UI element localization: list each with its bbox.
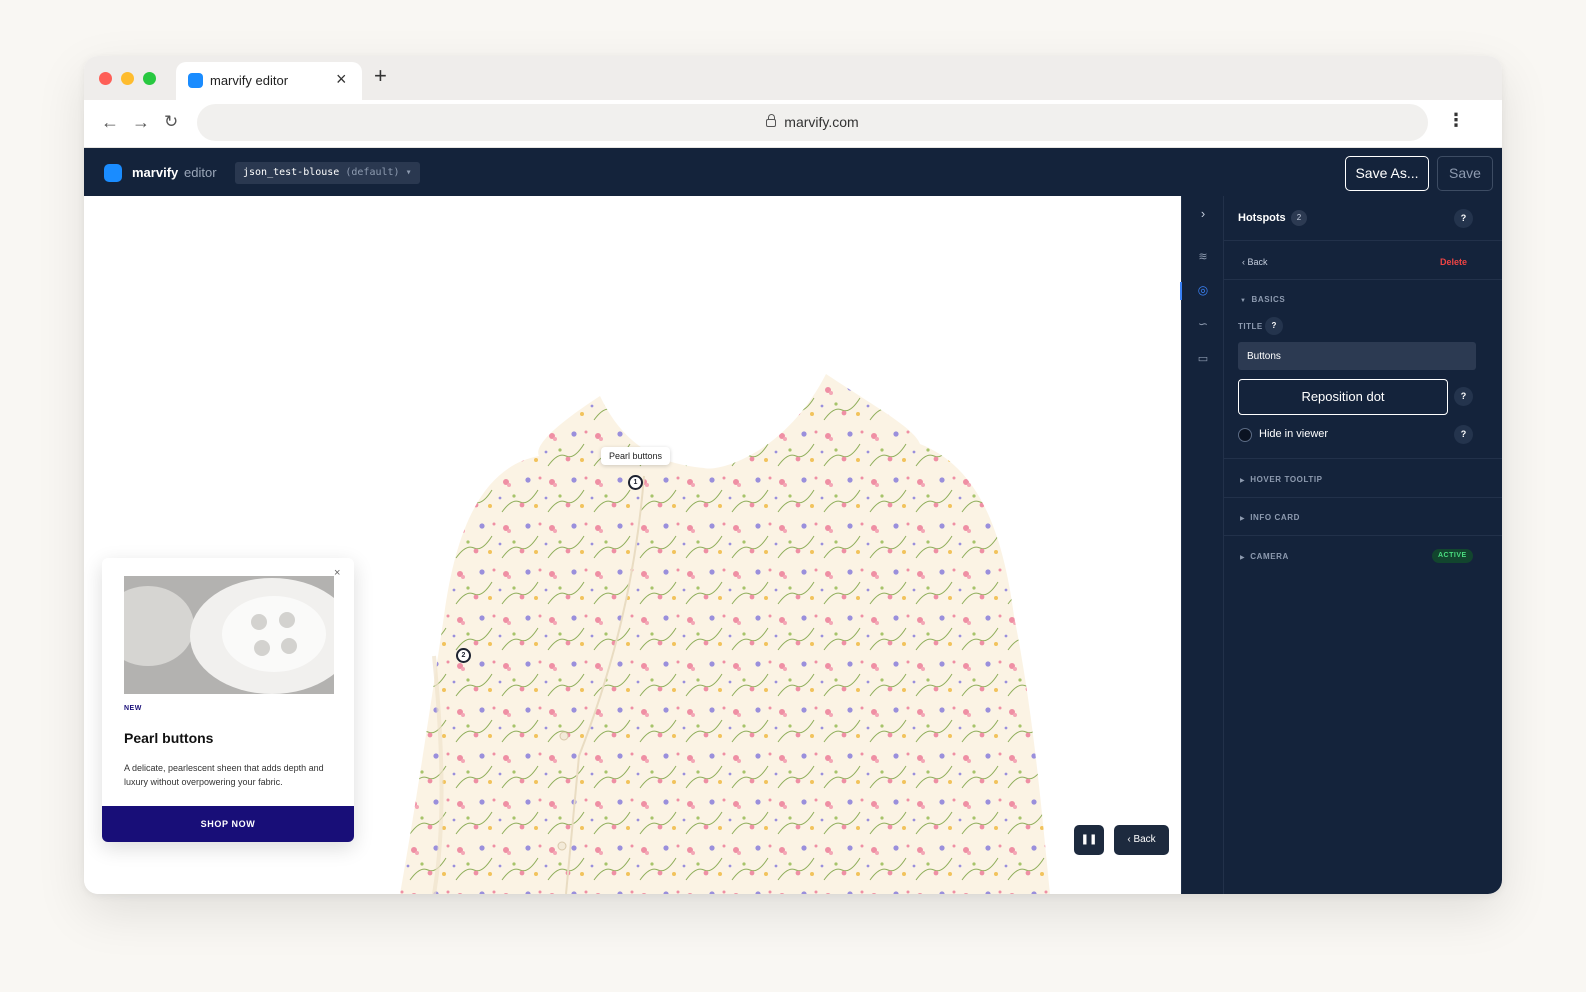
camera-status-badge: ACTIVE — [1432, 549, 1473, 563]
close-window-button[interactable] — [99, 72, 112, 85]
video-camera-icon[interactable]: ▭ — [1182, 352, 1224, 365]
divider — [1224, 240, 1502, 241]
hide-in-viewer-toggle[interactable] — [1238, 428, 1252, 442]
title-field-label: TITLE — [1238, 322, 1263, 331]
address-bar: ← → ↻ marvify.com ⋮ — [84, 100, 1502, 148]
help-icon[interactable]: ? — [1454, 209, 1473, 228]
close-icon[interactable]: × — [334, 568, 340, 579]
icon-rail: › ≋ ◎ ∽ ▭ — [1180, 196, 1224, 894]
card-badge: NEW — [124, 705, 142, 712]
divider — [1224, 279, 1502, 280]
brand-name: marvify — [132, 165, 179, 180]
back-arrow-icon[interactable]: ← — [101, 112, 119, 132]
browser-window: marvify editor × + ← → ↻ marvify.com ⋮ m… — [84, 56, 1502, 894]
pause-icon: ❚❚ — [1080, 834, 1098, 845]
section-basics[interactable]: ▼ BASICS — [1240, 295, 1285, 304]
sliders-icon[interactable]: ≋ — [1182, 250, 1224, 263]
section-camera[interactable]: ▶ CAMERA — [1240, 552, 1289, 561]
tab-close-icon[interactable]: × — [336, 70, 347, 88]
reposition-dot-button[interactable]: Reposition dot — [1238, 379, 1448, 415]
target-icon[interactable]: ◎ — [1182, 283, 1224, 297]
hotspot-tooltip: Pearl buttons — [601, 447, 671, 465]
viewer-canvas[interactable]: Pearl buttons 1 2 × NEW Pearl buttons A … — [84, 196, 1192, 894]
save-button[interactable]: Save — [1437, 156, 1493, 191]
url-field[interactable]: marvify.com — [197, 104, 1428, 141]
divider — [1224, 535, 1502, 536]
title-input[interactable] — [1238, 342, 1476, 370]
pause-button[interactable]: ❚❚ — [1074, 825, 1104, 855]
info-card: × NEW Pearl buttons A delicate, pearlesc… — [102, 558, 354, 842]
browser-menu-icon[interactable]: ⋮ — [1447, 111, 1465, 129]
panel-title: Hotspots — [1238, 212, 1286, 224]
tab-title: marvify editor — [210, 73, 289, 88]
help-icon[interactable]: ? — [1454, 387, 1473, 406]
viewer-back-label: Back — [1133, 834, 1156, 845]
browser-tab[interactable]: marvify editor × — [176, 62, 362, 100]
delete-button[interactable]: Delete — [1440, 257, 1467, 267]
divider — [1224, 458, 1502, 459]
brand-subtitle: editor — [184, 165, 217, 180]
project-name: json_test-blouse — [243, 167, 340, 178]
card-description: A delicate, pearlescent sheen that adds … — [124, 763, 324, 787]
panel-back-link[interactable]: ‹ Back — [1242, 257, 1268, 267]
url-text: marvify.com — [784, 114, 859, 130]
shop-now-button[interactable]: SHOP NOW — [102, 806, 354, 842]
brand-logo-icon — [104, 164, 122, 182]
tab-strip: marvify editor × + — [84, 56, 1502, 100]
lock-icon — [766, 114, 777, 127]
hotspot-dot[interactable]: 1 — [628, 475, 643, 490]
chevron-down-icon: ▾ — [405, 167, 412, 178]
chevron-right-icon[interactable]: › — [1182, 206, 1224, 221]
card-title: Pearl buttons — [124, 730, 214, 746]
viewer-back-button[interactable]: ‹ Back — [1114, 825, 1169, 855]
help-icon[interactable]: ? — [1454, 425, 1473, 444]
hide-in-viewer-label: Hide in viewer — [1259, 428, 1329, 440]
divider — [1224, 497, 1502, 498]
favicon-icon — [188, 73, 203, 88]
path-icon[interactable]: ∽ — [1182, 317, 1224, 331]
pearl-button-image — [124, 576, 334, 694]
panel-back-label: Back — [1247, 257, 1268, 267]
section-info-card[interactable]: ▶ INFO CARD — [1240, 513, 1300, 522]
hotspots-panel: Hotspots 2 ? ‹ Back Delete ▼ BASICS TITLE… — [1223, 196, 1502, 894]
section-hover-tooltip-label: HOVER TOOLTIP — [1250, 475, 1323, 484]
section-info-card-label: INFO CARD — [1250, 513, 1301, 522]
save-as-button[interactable]: Save As... — [1345, 156, 1429, 191]
project-select[interactable]: json_test-blouse (default) ▾ — [235, 162, 420, 184]
hotspot-dot[interactable]: 2 — [456, 648, 471, 663]
new-tab-icon[interactable]: + — [374, 65, 387, 87]
forward-arrow-icon[interactable]: → — [132, 112, 150, 132]
project-tag: (default) — [345, 167, 400, 178]
hotspot-count-badge: 2 — [1291, 210, 1307, 226]
help-icon[interactable]: ? — [1265, 317, 1283, 335]
maximize-window-button[interactable] — [143, 72, 156, 85]
chevron-left-icon: ‹ — [1127, 834, 1131, 845]
section-camera-label: CAMERA — [1250, 552, 1289, 561]
section-basics-label: BASICS — [1251, 295, 1286, 304]
section-hover-tooltip[interactable]: ▶ HOVER TOOLTIP — [1240, 475, 1323, 484]
minimize-window-button[interactable] — [121, 72, 134, 85]
app-header: marvify editor json_test-blouse (default… — [84, 148, 1502, 196]
reload-icon[interactable]: ↻ — [164, 112, 178, 132]
